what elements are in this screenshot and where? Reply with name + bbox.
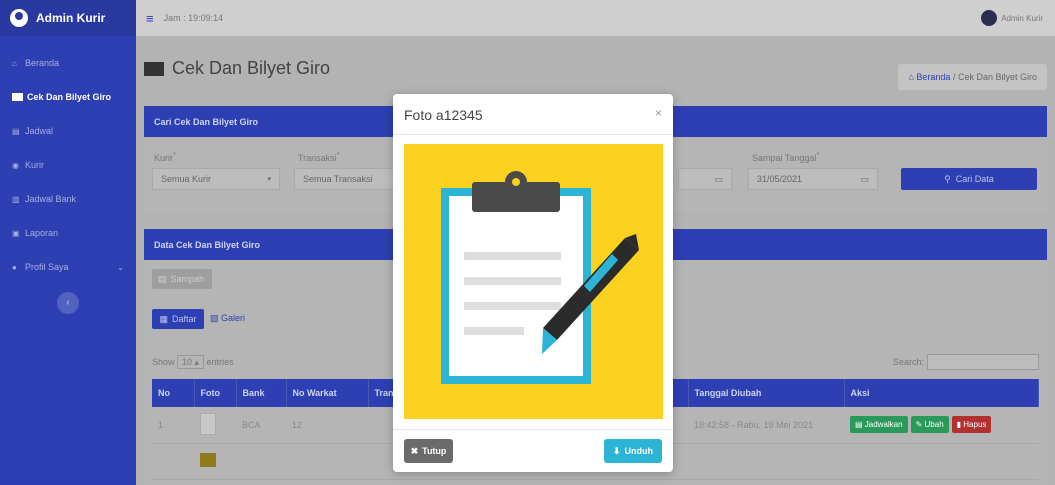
modal-title: Foto a12345: [404, 107, 483, 123]
photo-modal: Foto a12345 × ✖ Tutup ⬇ Unduh: [393, 94, 673, 472]
close-icon: ✖: [410, 445, 419, 456]
clipboard-pen-illustration: [441, 171, 639, 384]
modal-divider: [393, 429, 673, 430]
close-icon[interactable]: ×: [655, 106, 662, 120]
unduh-button[interactable]: ⬇ Unduh: [604, 439, 662, 463]
modal-divider: [393, 134, 673, 135]
download-icon: ⬇: [612, 445, 621, 456]
tutup-button[interactable]: ✖ Tutup: [404, 439, 453, 463]
photo-image: [404, 144, 663, 419]
